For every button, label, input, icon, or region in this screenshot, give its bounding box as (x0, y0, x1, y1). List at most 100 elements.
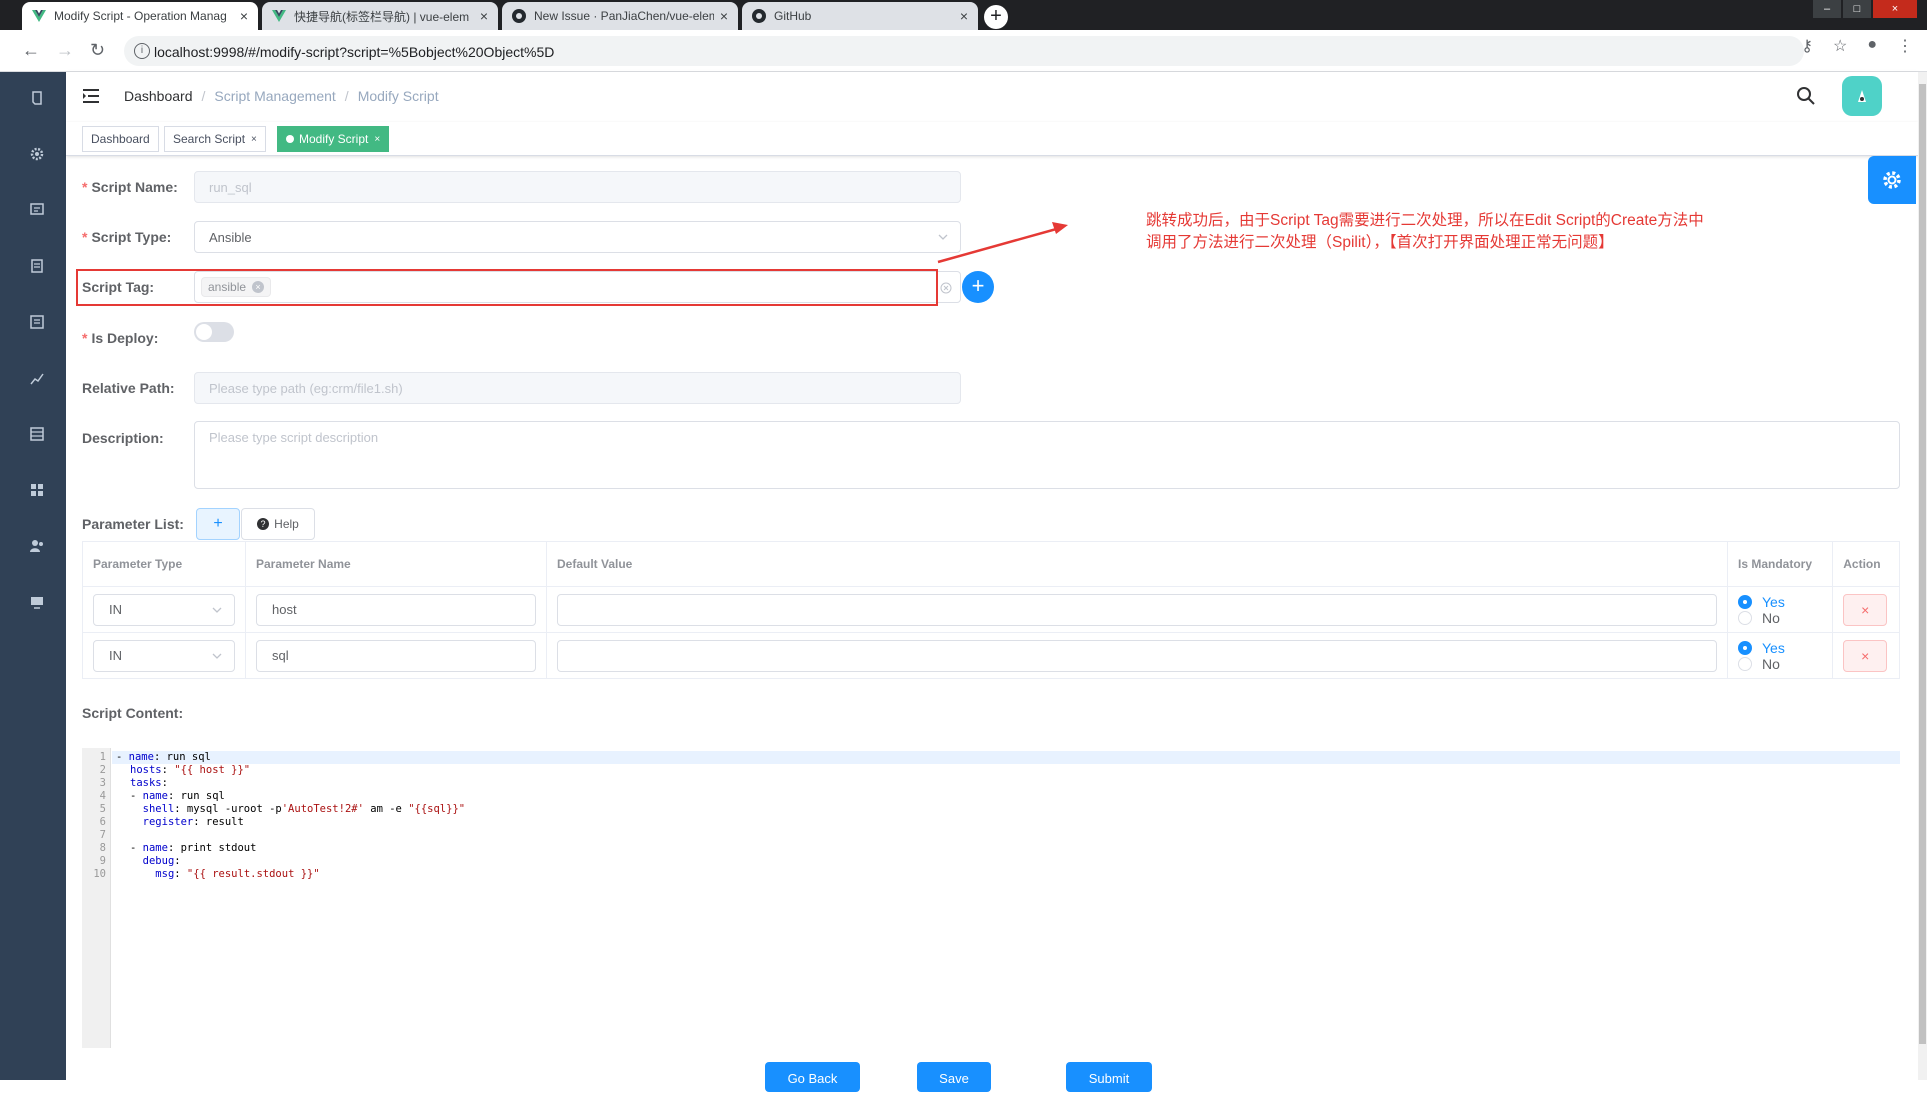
line-gutter: 1 2 3 4 5 6 7 8 9 10 (82, 748, 111, 1048)
tag-search-script[interactable]: Search Script × (164, 126, 266, 152)
submit-button[interactable]: Submit (1066, 1062, 1152, 1092)
window-controls: – □ × (1813, 0, 1917, 18)
code-editor[interactable]: 1 2 3 4 5 6 7 8 9 10 - name: run sql hos… (82, 748, 1900, 1048)
address-bar: ← → ↻ i localhost:9998/#/modify-script?s… (0, 30, 1927, 72)
mandatory-no-radio[interactable]: No (1738, 610, 1822, 626)
mandatory-yes-radio[interactable]: Yes (1738, 640, 1822, 656)
save-button[interactable]: Save (917, 1062, 991, 1092)
script-type-label: * Script Type: (82, 229, 172, 245)
is-deploy-switch[interactable] (194, 322, 234, 342)
required-mark: * (82, 330, 88, 346)
vertical-scrollbar[interactable] (1918, 72, 1927, 1080)
line-number: 9 (99, 855, 106, 867)
forward-arrow-icon[interactable]: → (56, 40, 74, 61)
peoples-icon[interactable] (29, 538, 45, 554)
key-icon[interactable]: ⚷ (1801, 36, 1813, 56)
vue-logo-icon (272, 9, 286, 23)
url-field[interactable]: i localhost:9998/#/modify-script?script=… (124, 36, 1804, 66)
description-label: Description: (82, 430, 164, 446)
add-tag-button[interactable]: + (962, 271, 994, 303)
info-icon[interactable]: i (134, 43, 150, 59)
tab-close-icon[interactable]: × (720, 8, 728, 24)
tag-close-icon[interactable]: × (374, 134, 380, 145)
account-icon[interactable]: ● (1867, 36, 1877, 56)
tab-title: New Issue · PanJiaChen/vue-elem (534, 9, 714, 23)
parameter-type-select[interactable]: IN (93, 639, 235, 672)
breadcrumb-dashboard[interactable]: Dashboard (124, 88, 193, 104)
tab-close-icon[interactable]: × (960, 8, 968, 24)
add-parameter-button[interactable]: + (196, 508, 240, 540)
annotation-line-2: 调用了方法进行二次处理（Spilit），【首次打开界面处理正常无问题】 (1146, 234, 1614, 251)
chevron-down-icon (212, 607, 222, 613)
code-line: hosts: "{{ host }}" (130, 764, 251, 776)
reload-icon[interactable]: ↻ (90, 40, 105, 61)
tag-dashboard[interactable]: Dashboard (82, 126, 159, 152)
tag-label: Dashboard (91, 132, 150, 146)
menu-dots-icon[interactable]: ⋮ (1897, 36, 1913, 56)
maximize-icon[interactable]: □ (1843, 0, 1871, 18)
header-default-value: Default Value (546, 541, 1728, 587)
back-arrow-icon[interactable]: ← (22, 40, 40, 61)
description-textarea[interactable]: Please type script description (194, 421, 1900, 489)
search-icon[interactable] (1796, 86, 1816, 106)
bookmark-star-icon[interactable]: ☆ (1833, 36, 1847, 56)
required-mark: * (82, 179, 88, 195)
line-number: 8 (99, 842, 106, 854)
parameter-table: Parameter Type Parameter Name Default Va… (82, 541, 1900, 679)
active-dot (286, 135, 294, 143)
delete-row-button[interactable]: × (1843, 593, 1888, 626)
scrollbar-thumb[interactable] (1919, 84, 1926, 1044)
radio-checked-icon (1738, 640, 1752, 655)
tag-close-icon[interactable]: × (251, 134, 257, 145)
minimize-icon[interactable]: – (1813, 0, 1841, 18)
parameter-name-input[interactable]: host (256, 593, 536, 626)
line-number: 4 (99, 790, 106, 802)
breadcrumb-modify-script: Modify Script (357, 88, 439, 104)
edit-icon[interactable] (29, 314, 45, 330)
form-icon[interactable] (29, 202, 45, 218)
monitor-icon[interactable] (29, 594, 45, 610)
script-name-input[interactable]: run_sql (194, 171, 961, 203)
annotation-highlight-box (76, 269, 938, 306)
default-value-input[interactable] (557, 593, 1717, 626)
table-icon[interactable] (29, 426, 45, 442)
default-value-input[interactable] (557, 639, 1717, 672)
chart-icon[interactable] (29, 370, 45, 386)
browser-tab-github[interactable]: GitHub × (742, 2, 978, 30)
mandatory-yes-radio[interactable]: Yes (1738, 594, 1822, 610)
documentation-icon[interactable] (29, 90, 45, 106)
browser-tab-vue-element[interactable]: 快捷导航(标签栏导航) | vue-elem × (262, 2, 498, 30)
tag-label: Search Script (173, 132, 246, 146)
line-number: 5 (99, 803, 106, 815)
browser-tab-new-issue[interactable]: New Issue · PanJiaChen/vue-elem × (502, 2, 738, 30)
avatar[interactable] (1842, 76, 1882, 116)
settings-icon[interactable] (29, 146, 45, 162)
settings-button[interactable] (1868, 156, 1916, 204)
clear-circle-icon[interactable] (940, 282, 952, 294)
browser-tab-modify-script[interactable]: Modify Script - Operation Manag × (22, 2, 258, 30)
tag-modify-script[interactable]: Modify Script × (277, 126, 390, 152)
help-button[interactable]: ? Help (241, 508, 315, 540)
required-mark: * (82, 229, 88, 245)
navbar: Dashboard / Script Management / Modify S… (66, 72, 1918, 122)
script-type-select[interactable]: Ansible (194, 221, 961, 253)
delete-row-button[interactable]: × (1843, 639, 1888, 672)
relative-path-input[interactable]: Please type path (eg:crm/file1.sh) (194, 372, 961, 404)
chevron-down-icon (938, 234, 948, 240)
line-number: 7 (99, 829, 106, 841)
parameter-type-select[interactable]: IN (93, 593, 235, 626)
toolbar-icons: ⚷ ☆ ● ⋮ (1801, 36, 1913, 56)
breadcrumb-separator: / (201, 88, 206, 104)
code-line: msg: "{{ result.stdout }}" (155, 868, 320, 880)
code-line: tasks: (130, 777, 168, 789)
window-close-icon[interactable]: × (1873, 0, 1917, 18)
mandatory-no-radio[interactable]: No (1738, 656, 1822, 672)
tab-close-icon[interactable]: × (240, 8, 248, 24)
list-icon[interactable] (29, 258, 45, 274)
new-tab-button[interactable]: + (984, 5, 1008, 29)
hamburger-icon[interactable] (82, 87, 100, 105)
component-icon[interactable] (29, 482, 45, 498)
tab-close-icon[interactable]: × (480, 8, 488, 24)
go-back-button[interactable]: Go Back (765, 1062, 860, 1092)
parameter-name-input[interactable]: sql (256, 639, 536, 672)
